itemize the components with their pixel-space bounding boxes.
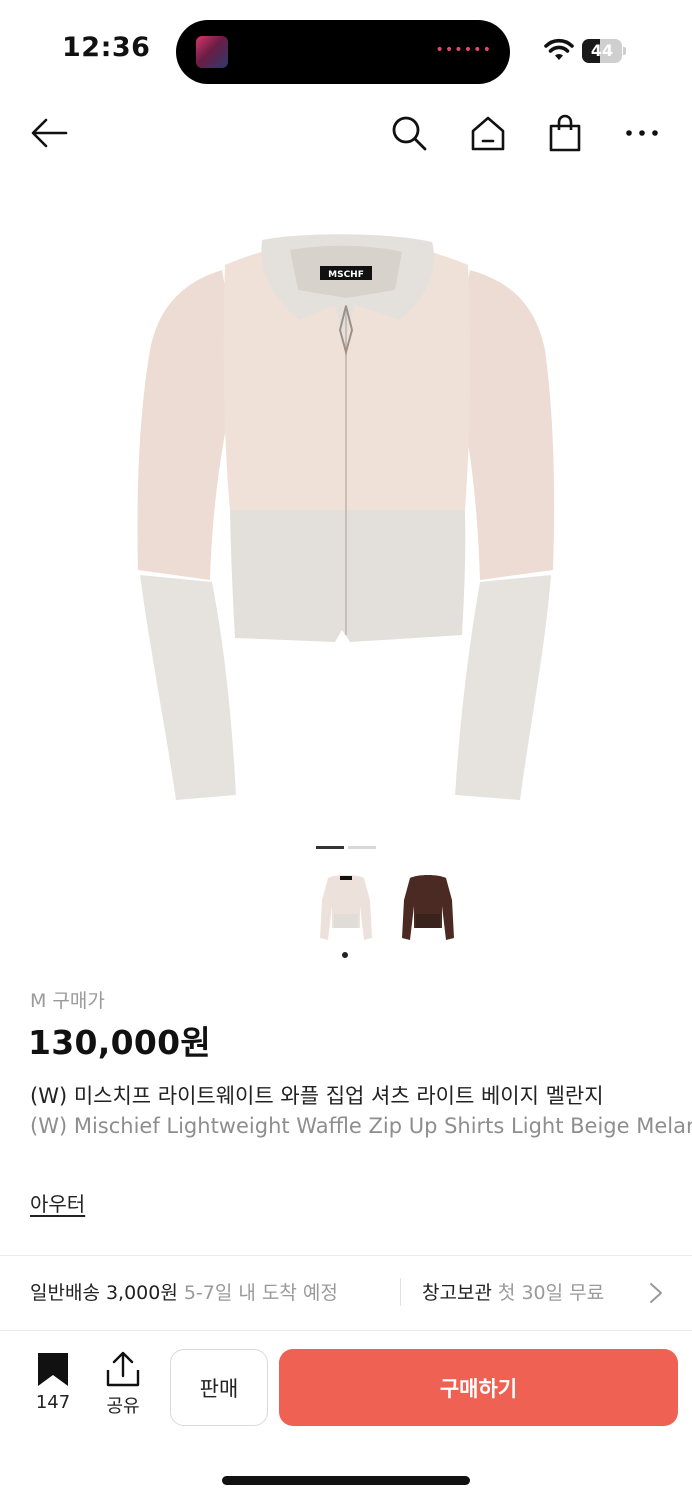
chevron-right-icon <box>650 1283 662 1303</box>
home-indicator <box>222 1476 470 1485</box>
shopping-bag-icon <box>549 114 581 152</box>
image-pager <box>316 846 376 849</box>
warehouse-storage-label: 창고보관 <box>422 1282 492 1304</box>
shipping-separator <box>400 1278 401 1306</box>
now-playing-artwork <box>196 36 228 68</box>
bookmark-icon <box>38 1353 68 1386</box>
search-button[interactable] <box>386 110 432 156</box>
divider <box>0 1330 692 1331</box>
product-name-korean: (W) 미스치프 라이트웨이트 와플 집업 셔츠 라이트 베이지 멜란지 <box>30 1084 604 1108</box>
island-activity-dots: •••••• <box>435 42 492 58</box>
home-button[interactable] <box>465 110 511 156</box>
more-button[interactable] <box>619 110 665 156</box>
product-image[interactable]: MSCHF <box>0 180 692 830</box>
brand-tag: MSCHF <box>328 270 364 280</box>
standard-shipping: 일반배송 3,000원 5-7일 내 도착 예정 <box>30 1278 338 1305</box>
share-icon <box>106 1351 140 1387</box>
pager-segment-1 <box>316 846 344 849</box>
back-button[interactable] <box>26 110 72 156</box>
status-bar: 12:36 •••••• 44 <box>0 0 692 100</box>
more-icon <box>626 130 658 136</box>
bookmark-count: 147 <box>35 1392 71 1413</box>
battery-icon: 44 <box>582 39 626 63</box>
share-label: 공유 <box>106 1396 140 1417</box>
wifi-icon <box>544 38 574 60</box>
thumbnail-brown[interactable] <box>398 870 458 946</box>
category-link[interactable]: 아우터 <box>30 1188 85 1217</box>
sell-button[interactable]: 판매 <box>170 1349 268 1426</box>
pager-segment-2 <box>348 846 376 849</box>
beige-jacket-thumb <box>320 875 372 940</box>
cart-button[interactable] <box>542 110 588 156</box>
shipping-info-row[interactable]: 일반배송 3,000원 5-7일 내 도착 예정 창고보관 첫 30일 무료 <box>0 1256 692 1328</box>
standard-shipping-label: 일반배송 3,000원 <box>30 1282 178 1304</box>
share-button[interactable]: 공유 <box>98 1350 148 1420</box>
warehouse-storage-note: 첫 30일 무료 <box>497 1282 605 1304</box>
jacket-illustration: MSCHF <box>137 234 555 800</box>
buy-button[interactable]: 구매하기 <box>279 1349 678 1426</box>
selected-thumbnail-indicator <box>342 952 348 958</box>
size-price-label: M 구매가 <box>30 990 105 1012</box>
status-time: 12:36 <box>62 32 151 63</box>
bookmark-button[interactable]: 147 <box>28 1350 78 1420</box>
standard-shipping-eta: 5-7일 내 도착 예정 <box>183 1282 338 1304</box>
color-thumbnails <box>0 870 692 960</box>
search-icon <box>392 116 427 151</box>
back-arrow-icon <box>31 118 68 148</box>
product-price: 130,000원 <box>28 1023 212 1062</box>
battery-level: 44 <box>590 41 614 60</box>
dynamic-island[interactable]: •••••• <box>176 20 510 84</box>
brown-jacket-thumb <box>402 875 454 940</box>
product-name-english: (W) Mischief Lightweight Waffle Zip Up S… <box>30 1114 692 1138</box>
thumbnail-beige[interactable] <box>316 870 376 946</box>
warehouse-storage: 창고보관 첫 30일 무료 <box>422 1278 604 1305</box>
home-icon <box>471 116 505 151</box>
top-nav <box>0 100 692 166</box>
